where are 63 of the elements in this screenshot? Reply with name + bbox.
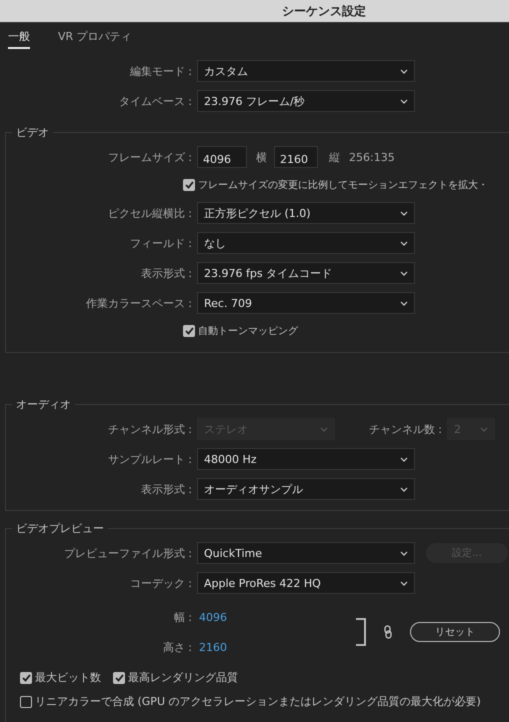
chevron-icon (400, 550, 408, 556)
section-title: ビデオ (15, 125, 50, 140)
field-label: チャンネル形式 : (106, 422, 193, 436)
tab[interactable]: VR プロパティ (58, 29, 132, 49)
section-title: ビデオプレビュー (15, 521, 105, 536)
window-title: シーケンス設定 (282, 2, 366, 20)
field-label: ピクセル縦横比 : (106, 206, 193, 220)
width-input[interactable]: 4096 (197, 146, 247, 168)
aspect-ratio: 256:135 (349, 150, 395, 164)
link-icon[interactable] (384, 625, 392, 639)
field-label: フィールド : (128, 236, 193, 250)
field-label: 作業カラースペース : (84, 296, 193, 310)
chevron-icon (400, 68, 408, 74)
field-label: 編集モード : (128, 64, 193, 78)
dropdown[interactable]: Rec. 709 (197, 292, 415, 314)
dropdown[interactable]: Apple ProRes 422 HQ (197, 572, 415, 594)
field-label: プレビューファイル形式 : (62, 546, 193, 560)
chevron-icon (400, 300, 408, 306)
checkbox[interactable] (20, 696, 32, 708)
field-label: 表示形式 : (140, 266, 193, 280)
field-label: サンプルレート : (106, 452, 193, 466)
field-label: コーデック : (128, 576, 193, 590)
chevron-icon (400, 98, 408, 104)
field-label: フレームサイズ : (106, 150, 193, 164)
bracket-icon (355, 618, 367, 646)
field-label: タイムベース : (118, 94, 193, 108)
checkbox-label: フレームサイズの変更に比例してモーションエフェクトを拡大・ (198, 178, 488, 192)
checkbox[interactable] (20, 672, 32, 684)
chevron-icon (400, 210, 408, 216)
dropdown[interactable]: 正方形ピクセル (1.0) (197, 202, 415, 224)
checkbox[interactable] (113, 672, 125, 684)
dropdown[interactable]: QuickTime (197, 542, 415, 564)
chevron-icon (400, 580, 408, 586)
field-label: チャンネル数 : (368, 422, 443, 436)
chevron-icon (400, 456, 408, 462)
dropdown[interactable]: なし (197, 232, 415, 254)
dropdown[interactable]: カスタム (197, 60, 415, 82)
unit-label: 横 (256, 150, 267, 164)
field-label: 幅 : (172, 610, 193, 624)
dropdown[interactable]: 23.976 fps タイムコード (197, 262, 415, 284)
tab[interactable]: 一般 (8, 29, 30, 49)
chevron-icon (400, 240, 408, 246)
height-input[interactable]: 2160 (274, 146, 318, 168)
chevron-icon (320, 426, 328, 432)
chevron-icon (400, 270, 408, 276)
checkbox-label: 最大ビット数 (35, 670, 101, 685)
dropdown[interactable]: 23.976 フレーム/秒 (197, 90, 415, 112)
unit-label: 縦 (329, 150, 340, 164)
width-value[interactable]: 4096 (197, 610, 227, 624)
reset-button[interactable]: リセット (410, 622, 500, 642)
field-label: 表示形式 : (140, 482, 193, 496)
section-title: オーディオ (15, 397, 72, 412)
dropdown[interactable]: オーディオサンプル (197, 478, 415, 500)
field-label: 高さ : (162, 640, 193, 654)
checkbox[interactable] (183, 325, 195, 337)
chevron-icon (400, 486, 408, 492)
chevron-icon (480, 426, 488, 432)
dropdown[interactable]: 48000 Hz (197, 448, 415, 470)
checkbox-label: 自動トーンマッピング (198, 325, 298, 338)
checkbox[interactable] (183, 179, 195, 191)
checkbox-label: リニアカラーで合成 (GPU のアクセラレーションまたはレンダリング品質の最大化が必要) (35, 694, 481, 709)
height-value[interactable]: 2160 (197, 640, 227, 654)
checkbox-label: 最高レンダリング品質 (128, 670, 238, 685)
